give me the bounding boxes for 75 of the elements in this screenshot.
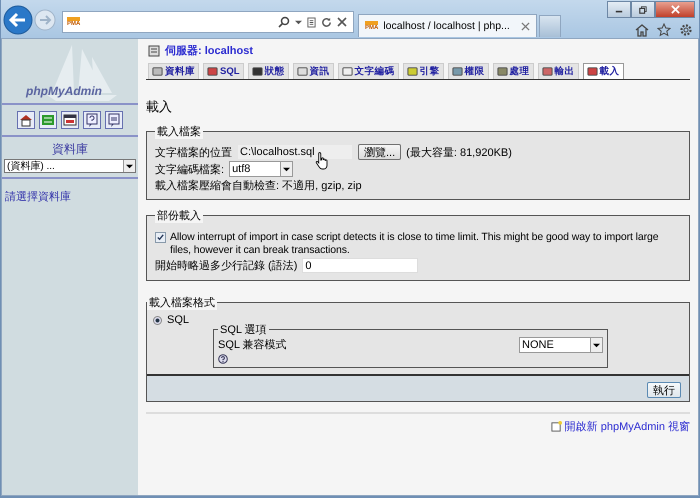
options-legend: SQL 選項	[218, 322, 269, 337]
back-button[interactable]	[3, 5, 33, 35]
comment-icon[interactable]	[105, 111, 123, 129]
tab-icon	[252, 66, 263, 77]
checkmark-icon	[156, 233, 165, 242]
tab-title: localhost / localhost | php...	[383, 20, 511, 32]
checkbox[interactable]	[155, 232, 166, 243]
go-button[interactable]: 執行	[647, 382, 681, 398]
tab[interactable]: 權限	[448, 63, 489, 79]
settings-icon[interactable]	[679, 23, 693, 37]
tab-icon	[406, 66, 418, 77]
close-icon	[670, 5, 680, 14]
dropdown-arrow-icon	[593, 342, 600, 348]
tab-icon	[452, 66, 463, 77]
page-heading: 載入	[146, 98, 173, 116]
checkbox-label: Allow interrupt of import in case script detects it is close to time limit. This might be good way to import large files, however it can break transactions.	[170, 231, 660, 257]
refresh-icon[interactable]	[321, 16, 332, 28]
close-icon[interactable]	[337, 17, 347, 27]
tab-icon	[296, 66, 308, 77]
skip-rows-field[interactable]: 0	[302, 258, 418, 273]
link-text: 開啟新 phpMyAdmin 視窗	[564, 420, 690, 434]
tab[interactable]: 狀態	[248, 63, 289, 79]
sql-window-icon[interactable]	[61, 111, 79, 129]
tab[interactable]: 輸出	[538, 63, 579, 79]
help-icon[interactable]	[218, 354, 228, 364]
file-path-field[interactable]: C:\localhost.sql	[237, 144, 353, 160]
tab[interactable]: 引擎	[402, 63, 444, 79]
field-label: 文字檔案的位置	[155, 146, 232, 160]
tab-icon	[207, 66, 218, 77]
compatibility-select[interactable]: NONE	[519, 337, 604, 353]
charset-select[interactable]: utf8	[229, 161, 294, 177]
field-label: 文字編碼檔案:	[155, 162, 224, 176]
minimize-button[interactable]	[607, 1, 631, 18]
browse-button[interactable]: 瀏覽...	[358, 144, 402, 160]
radio-button[interactable]	[153, 316, 162, 324]
select-database-link[interactable]: 請選擇資料庫	[5, 189, 135, 204]
home-icon[interactable]	[17, 111, 35, 129]
tab[interactable]: 文字編碼	[338, 63, 399, 79]
dropdown-icon[interactable]	[295, 18, 302, 26]
close-icon[interactable]	[521, 22, 530, 30]
close-button[interactable]	[655, 1, 695, 18]
tab[interactable]: 載入	[582, 63, 624, 79]
radio-label: SQL	[167, 314, 190, 326]
restore-button[interactable]	[631, 1, 655, 18]
section-legend: 載入檔案格式	[147, 295, 217, 310]
tab[interactable]: SQL	[203, 63, 244, 79]
new-window-icon	[550, 421, 562, 432]
tab-icon	[586, 66, 598, 77]
tab[interactable]: 資訊	[292, 63, 334, 79]
compression-note: 載入檔案壓縮會自動檢查: 不適用, gzip, zip	[155, 178, 363, 193]
server-title: 伺服器: localhost	[165, 44, 254, 58]
server-icon	[148, 44, 160, 56]
section-legend: 部份載入	[155, 208, 203, 223]
search-icon[interactable]	[278, 16, 290, 28]
tab-icon	[496, 66, 508, 77]
tab-icon	[152, 66, 163, 77]
tab-icon	[342, 66, 353, 77]
dropdown-arrow-icon	[126, 162, 133, 170]
table-icon[interactable]	[39, 111, 57, 129]
compatibility-icon[interactable]	[307, 16, 316, 28]
tab[interactable]: 資料庫	[148, 63, 199, 79]
database-label: 資料庫	[51, 141, 89, 158]
help-icon[interactable]	[83, 111, 101, 129]
logo-text: phpMyAdmin	[26, 84, 102, 98]
restore-icon	[639, 6, 647, 14]
max-size-note: (最大容量: 81,920KB)	[406, 146, 512, 160]
home-icon[interactable]	[635, 23, 649, 37]
tab[interactable]: 處理	[492, 63, 534, 79]
field-label: SQL 兼容模式	[218, 338, 287, 352]
star-icon[interactable]	[657, 23, 671, 37]
section-legend: 載入檔案	[155, 124, 203, 139]
field-label: 開始時略過多少行記錄 (語法)	[155, 259, 298, 273]
dropdown-arrow-icon	[283, 166, 290, 172]
database-select[interactable]: (資料庫) ...	[4, 159, 136, 173]
tab-icon	[542, 66, 553, 77]
